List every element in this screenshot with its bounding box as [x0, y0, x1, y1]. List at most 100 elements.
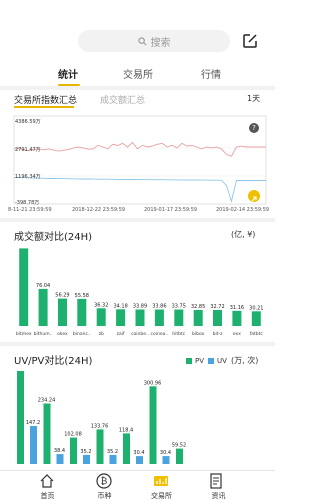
bar-value-label: 32.85 [191, 304, 205, 310]
category-label: bithum.. [34, 331, 53, 337]
top-tabs: 统计 交易所 行情 [0, 66, 275, 82]
edit-button[interactable] [242, 33, 258, 49]
category-label: bibox [192, 331, 205, 337]
bar-value-label: 33.75 [172, 304, 186, 310]
divider [0, 218, 275, 222]
uv-bar [136, 456, 143, 464]
y-tick-label: -398.78万 [15, 200, 40, 206]
x-tick-label: 8-11-21 23:59:59 [8, 207, 52, 213]
uvpv-unit: (万, 次) [231, 356, 259, 365]
bar [96, 308, 106, 326]
bar-value-label: 33.86 [152, 303, 166, 309]
pv-bar [176, 448, 183, 464]
bar-value-label: 33.89 [133, 303, 147, 309]
bottom-nav: 首页 ₿ 币种 交易所 资讯 [0, 470, 275, 501]
category-label: coinbe.. [131, 331, 149, 337]
bar [19, 248, 29, 326]
line-series [13, 141, 266, 157]
subtab-index-summary[interactable]: 交易所指数汇总 [14, 93, 77, 106]
tab-stats[interactable]: 统计 [58, 66, 78, 81]
category-label: binanc.. [73, 331, 91, 337]
volume-chart-title: 成交额对比(24H) [14, 232, 93, 243]
category-label: zaif [117, 331, 125, 337]
bar [116, 309, 126, 326]
tab-market[interactable]: 行情 [201, 66, 221, 81]
subtab-active-indicator [14, 106, 74, 108]
tab-exchange[interactable]: 交易所 [123, 66, 153, 81]
category-label: hitbtc [172, 331, 185, 337]
bar-value-label: 234.24 [38, 397, 56, 403]
legend-label: UV [217, 357, 227, 365]
home-icon [40, 474, 54, 488]
legend-swatch [186, 358, 192, 364]
news-icon [210, 473, 222, 489]
legend-pv: PV [186, 357, 204, 365]
bar [174, 309, 184, 326]
uv-bar [162, 456, 170, 464]
legend-swatch [208, 358, 214, 364]
bar [232, 310, 242, 326]
category-label: coinea.. [151, 331, 169, 337]
bar-value-label: 31.16 [230, 305, 244, 311]
subtab-volume-summary[interactable]: 成交额汇总 [100, 93, 145, 106]
bar-value-label: 56.29 [55, 293, 69, 299]
pv-bar [123, 433, 130, 464]
bar-value-label: 30.21 [249, 305, 263, 311]
category-label: zb [99, 331, 104, 337]
pv-bar [70, 437, 77, 464]
bar-value-label: 30.4 [160, 450, 171, 456]
pv-bar [96, 429, 104, 464]
bar-value-label: 147.2 [26, 420, 40, 426]
y-tick-label: 4386.59万 [15, 119, 41, 125]
uvpv-bar-chart: 147.2 234.24 38.4 102.08 35.2 133.76 35.2 118.4… [17, 371, 186, 464]
expand-icon[interactable] [248, 190, 260, 202]
bar [251, 311, 261, 326]
pv-bar [149, 386, 157, 464]
x-tick-label: 2018-12-22 23:59:59 [72, 207, 126, 213]
legend-uv: UV [208, 357, 227, 365]
bar-value-label: 300.96 [144, 380, 162, 386]
x-tick-label: 2019-02-14 23:59:59 [216, 207, 270, 213]
search-placeholder: 搜索 [150, 37, 171, 49]
bar-value-label: 118.4 [119, 427, 133, 433]
search-icon [137, 36, 146, 45]
index-line-chart [13, 115, 267, 205]
category-label: okex [57, 331, 68, 337]
pv-bar [43, 403, 51, 464]
uv-bar [83, 454, 90, 464]
bar-value-label: 34.18 [113, 303, 127, 309]
uv-bar [109, 454, 117, 464]
category-label: bit-z [213, 331, 223, 337]
edit-icon [243, 34, 257, 48]
nav-exchange[interactable]: 交易所 [134, 471, 189, 501]
divider [0, 342, 275, 346]
bar-value-label: 30.4 [133, 450, 144, 456]
uvpv-chart-title: UV/PV对比(24H) [14, 356, 93, 367]
x-tick-label: 2019-01-17 23:59:59 [144, 207, 198, 213]
bar-value-label: 35.2 [107, 449, 118, 455]
exchange-icon [154, 476, 168, 486]
bar-value-label: 38.4 [54, 448, 65, 454]
category-label: exx [233, 332, 241, 337]
uv-bar [30, 426, 37, 464]
y-tick-label: 2791.47万 [15, 147, 41, 153]
bar [135, 309, 145, 326]
line-series [13, 176, 266, 203]
help-icon[interactable]: ? [249, 123, 259, 133]
volume-bar-chart: bitmex 76.04 bithum.. 56.29 okex 55.58 binanc.… [16, 248, 263, 337]
bar-value-label: 102.08 [64, 432, 82, 438]
period-selector[interactable]: 1天 [247, 93, 260, 104]
bar-value-label: 133.76 [91, 423, 109, 429]
bar [193, 310, 203, 326]
bar [154, 309, 164, 326]
bar [213, 310, 222, 326]
bar-value-label: 76.04 [36, 283, 50, 289]
nav-news[interactable]: 资讯 [191, 471, 241, 501]
bar-value-label: 32.72 [210, 304, 224, 310]
bar [38, 288, 48, 326]
nav-home[interactable]: 首页 [20, 471, 75, 501]
bar [58, 298, 67, 326]
bar [77, 298, 87, 326]
nav-coins[interactable]: ₿ 币种 [77, 471, 132, 501]
search-input[interactable]: 搜索 [78, 30, 230, 52]
